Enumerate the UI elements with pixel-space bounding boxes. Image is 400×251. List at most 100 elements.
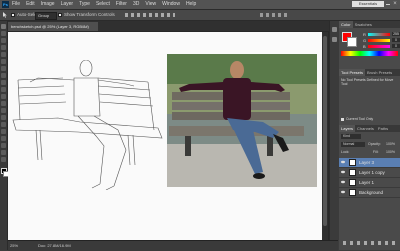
tab-tool-presets[interactable]: Tool Presets — [339, 69, 366, 76]
menu-item-image[interactable]: Image — [41, 1, 55, 8]
move-tool-icon[interactable] — [2, 12, 8, 18]
show-transform-checkbox[interactable] — [58, 13, 62, 17]
shape-tool[interactable] — [1, 143, 6, 148]
layer-row-layer-1[interactable]: Layer 1 — [339, 178, 400, 188]
layers-panel-tabs: Layers Channels Paths — [339, 125, 400, 132]
zoom-level[interactable]: 25% — [10, 243, 18, 249]
visibility-eye-icon[interactable] — [341, 180, 345, 184]
menu-item-type[interactable]: Type — [79, 1, 90, 8]
tab-swatches[interactable]: Swatches — [353, 21, 374, 28]
photo-layer — [167, 54, 317, 187]
pen-tool[interactable] — [1, 122, 6, 127]
clone-stamp-tool[interactable] — [1, 80, 6, 85]
hand-tool[interactable] — [1, 150, 6, 155]
menu-item-help[interactable]: Help — [186, 1, 196, 8]
auto-select-dropdown[interactable]: Group — [35, 12, 57, 20]
menu-item-window[interactable]: Window — [162, 1, 180, 8]
layer-row-layer-1-copy[interactable]: Layer 1 copy — [339, 168, 400, 178]
menu-item-filter[interactable]: Filter — [116, 1, 127, 8]
tool-presets-empty: No Tool Presets Defined for Move Tool — [341, 78, 394, 86]
layer-row-layer-3[interactable]: Layer 3 — [339, 158, 400, 168]
red-slider[interactable]: R 255 — [363, 32, 400, 37]
history-icon[interactable] — [332, 27, 337, 32]
workspace-switcher[interactable]: Essentials — [352, 1, 384, 7]
layer-name[interactable]: Background — [359, 188, 383, 197]
tab-brush-presets[interactable]: Brush Presets — [365, 69, 394, 76]
tab-color[interactable]: Color — [339, 21, 353, 28]
status-bar: 25% Doc: 27.8M/16.9M — [8, 240, 338, 251]
scrollbar-thumb[interactable] — [323, 36, 327, 226]
marquee-tool[interactable] — [1, 31, 6, 36]
color-panel-tabs: Color Swatches — [339, 21, 400, 28]
tab-channels[interactable]: Channels — [355, 125, 376, 132]
minimize-icon[interactable] — [386, 4, 390, 5]
menu-bar: Ps File Edit Image Layer Type Select Fil… — [0, 0, 400, 10]
current-tool-only-checkbox[interactable] — [341, 118, 344, 121]
tab-layers[interactable]: Layers — [339, 125, 356, 132]
tools-panel — [0, 21, 9, 250]
tab-paths[interactable]: Paths — [376, 125, 390, 132]
blend-mode-dropdown[interactable]: Normal — [341, 142, 365, 147]
eyedropper-tool[interactable] — [1, 59, 6, 64]
3d-mode-icons[interactable] — [260, 13, 290, 17]
bench-sketch — [12, 60, 163, 190]
options-bar: Auto-Select: Group Show Transform Contro… — [0, 10, 400, 21]
main-menu: File Edit Image Layer Type Select Filter… — [12, 1, 196, 8]
path-select-tool[interactable] — [1, 136, 6, 141]
show-transform-label: Show Transform Controls — [64, 12, 115, 17]
move-tool[interactable] — [1, 24, 6, 29]
eraser-tool[interactable] — [1, 94, 6, 99]
layer-thumbnail — [349, 179, 356, 186]
layer-thumbnail — [349, 189, 356, 196]
visibility-eye-icon[interactable] — [341, 160, 345, 164]
fill-label: Fill: — [373, 150, 379, 154]
align-icons[interactable] — [125, 13, 175, 17]
document-tab[interactable]: benchsketch.psd @ 25% (Layer 3, RGB/8#) — [8, 22, 98, 31]
blur-tool[interactable] — [1, 108, 6, 113]
crop-tool[interactable] — [1, 52, 6, 57]
photoshop-logo: Ps — [2, 1, 9, 8]
auto-select-checkbox[interactable] — [11, 13, 15, 17]
zoom-tool[interactable] — [1, 157, 6, 162]
history-brush-tool[interactable] — [1, 87, 6, 92]
green-slider[interactable]: G 0 — [363, 38, 400, 43]
color-spectrum[interactable] — [341, 51, 398, 56]
right-panels: Color Swatches R 255 G 0 B 0 Tool Preset… — [339, 21, 400, 250]
menu-item-layer[interactable]: Layer — [61, 1, 74, 8]
menu-item-select[interactable]: Select — [96, 1, 110, 8]
layer-thumbnail — [349, 159, 356, 166]
menu-item-edit[interactable]: Edit — [26, 1, 35, 8]
layer-name[interactable]: Layer 1 copy — [359, 168, 385, 177]
background-color-chip[interactable] — [347, 37, 357, 47]
gradient-tool[interactable] — [1, 101, 6, 106]
collapsed-panels-strip — [329, 21, 339, 240]
visibility-eye-icon[interactable] — [341, 170, 345, 174]
visibility-eye-icon[interactable] — [341, 190, 345, 194]
quick-select-tool[interactable] — [1, 45, 6, 50]
properties-icon[interactable] — [332, 37, 337, 42]
layer-row-background[interactable]: Background — [339, 188, 400, 198]
current-tool-only-label: Current Tool Only — [346, 117, 374, 121]
opacity-value[interactable]: 100% — [386, 142, 395, 146]
fill-value[interactable]: 100% — [386, 150, 395, 154]
lasso-tool[interactable] — [1, 38, 6, 43]
healing-tool[interactable] — [1, 66, 6, 71]
layer-filter-kind[interactable]: Kind — [341, 134, 361, 139]
menu-item-file[interactable]: File — [12, 1, 20, 8]
layer-name[interactable]: Layer 3 — [359, 158, 374, 167]
layer-thumbnail — [349, 169, 356, 176]
menu-item-view[interactable]: View — [145, 1, 156, 8]
layers-panel-footer-icons[interactable] — [343, 241, 395, 245]
menu-item-3d[interactable]: 3D — [133, 1, 139, 8]
type-tool[interactable] — [1, 129, 6, 134]
document-size: Doc: 27.8M/16.9M — [38, 243, 71, 248]
dodge-tool[interactable] — [1, 115, 6, 120]
blue-slider[interactable]: B 0 — [363, 44, 400, 49]
vertical-scrollbar[interactable] — [322, 32, 328, 240]
layer-name[interactable]: Layer 1 — [359, 178, 374, 187]
opacity-label: Opacity: — [368, 142, 381, 146]
lock-label: Lock: — [341, 150, 350, 154]
tool-presets-tabs: Tool Presets Brush Presets — [339, 69, 400, 76]
brush-tool[interactable] — [1, 73, 6, 78]
close-icon[interactable]: × — [392, 1, 398, 7]
